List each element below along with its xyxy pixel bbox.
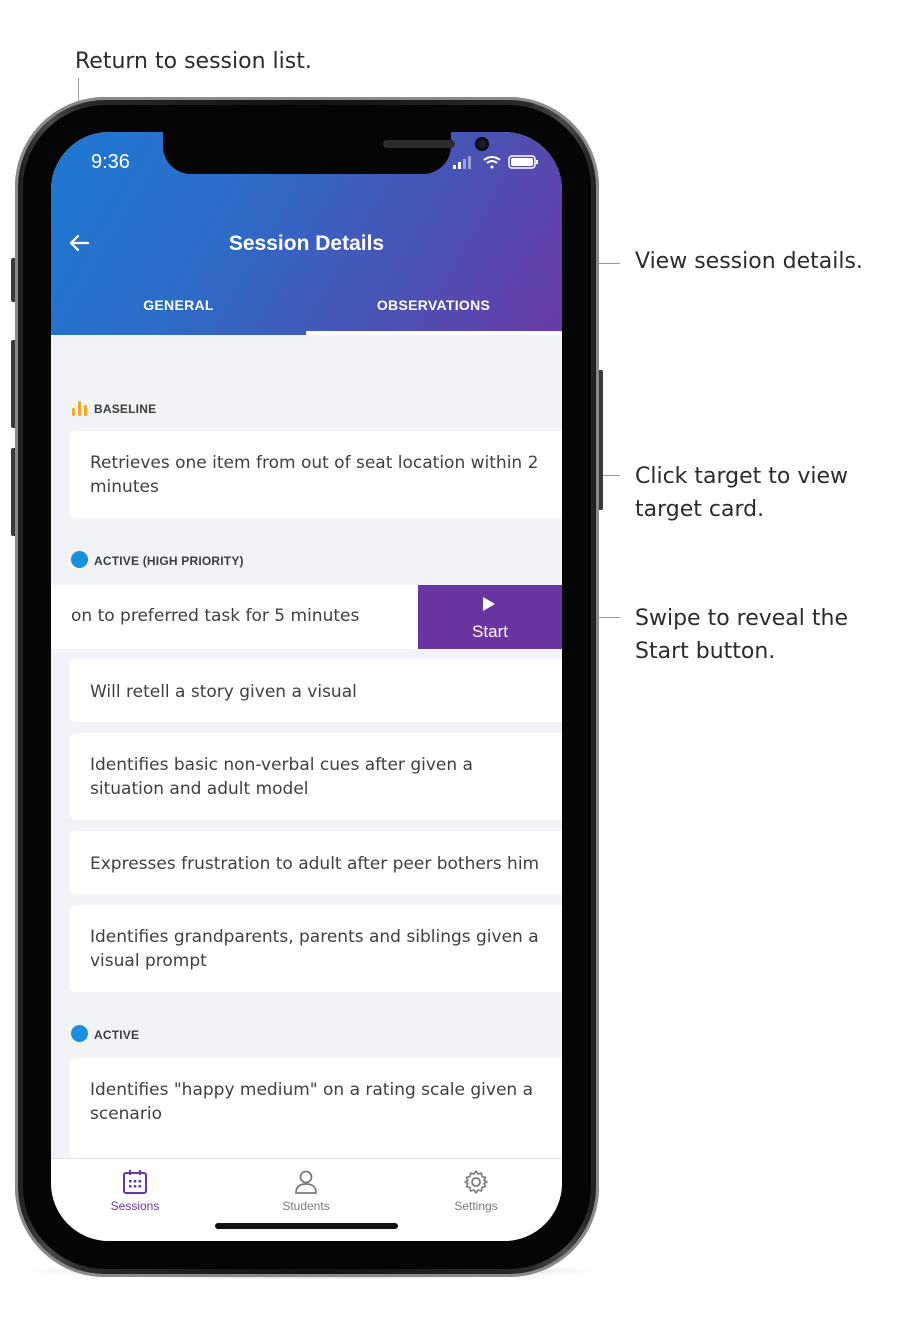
battery-icon <box>508 155 538 169</box>
swiped-target-row[interactable]: on to preferred task for 5 minutes Start <box>51 585 562 649</box>
status-dot <box>71 1025 88 1042</box>
home-indicator[interactable] <box>215 1223 398 1229</box>
annotation-back: Return to session list. <box>75 49 312 74</box>
target-card-baseline-1[interactable]: Retrieves one item from out of seat loca… <box>70 431 562 518</box>
target-card-high-1[interactable]: Will retell a story given a visual <box>70 659 562 722</box>
tab-general[interactable]: GENERAL <box>51 297 306 313</box>
nav-sessions[interactable]: Sessions <box>75 1169 195 1213</box>
section-high-priority-header: ACTIVE (HIGH PRIORITY) <box>71 551 244 568</box>
gear-icon <box>464 1170 488 1194</box>
tab-selected-indicator <box>306 331 562 335</box>
nav-students-label: Students <box>282 1199 330 1213</box>
nav-settings-label: Settings <box>454 1199 498 1213</box>
person-icon <box>295 1170 317 1194</box>
annotation-target-line1: Click target to view <box>635 464 849 489</box>
tab-observations[interactable]: OBSERVATIONS <box>306 297 561 313</box>
annotation-target: Click target to view target card. <box>635 460 848 526</box>
play-icon <box>483 597 495 611</box>
app-header: 9:36 Session Details GENERAL OBSERVATION… <box>51 132 562 335</box>
annotation-target-line2: target card. <box>635 497 765 522</box>
section-active-label: ACTIVE <box>94 1028 140 1042</box>
page-title: Session Details <box>228 232 385 255</box>
start-button-label: Start <box>472 622 508 641</box>
annotation-swipe-line2: Start button. <box>635 639 776 664</box>
target-card-active-1[interactable]: Identifies "happy medium" on a rating sc… <box>70 1058 562 1158</box>
bar-chart-icon <box>72 401 87 416</box>
swiped-target-text: on to preferred task for 5 minutes <box>71 606 360 626</box>
section-high-priority-label: ACTIVE (HIGH PRIORITY) <box>94 554 244 568</box>
section-baseline-header: BASELINE <box>71 400 156 416</box>
wifi-icon <box>483 156 501 169</box>
phone-camera <box>475 137 489 151</box>
annotation-swipe-line1: Swipe to reveal the <box>635 606 848 631</box>
nav-settings[interactable]: Settings <box>416 1169 536 1213</box>
annotation-details: View session details. <box>635 249 863 274</box>
status-dot <box>71 551 88 568</box>
annotation-swipe: Swipe to reveal the Start button. <box>635 602 848 668</box>
status-time: 9:36 <box>91 151 130 173</box>
nav-students[interactable]: Students <box>246 1169 366 1213</box>
signal-icon <box>453 156 471 169</box>
target-card-high-3[interactable]: Expresses frustration to adult after pee… <box>70 831 562 894</box>
status-icons <box>453 155 538 169</box>
section-active-header: ACTIVE <box>71 1025 139 1042</box>
calendar-icon <box>123 1170 147 1194</box>
nav-sessions-label: Sessions <box>110 1199 160 1213</box>
target-card-high-4[interactable]: Identifies grandparents, parents and sib… <box>70 905 562 992</box>
app-screen: 9:36 Session Details GENERAL OBSERVATION… <box>51 132 562 1241</box>
section-baseline-label: BASELINE <box>94 402 157 416</box>
start-button[interactable]: Start <box>418 585 562 649</box>
target-card-high-2[interactable]: Identifies basic non-verbal cues after g… <box>70 733 562 820</box>
phone-notch <box>163 132 489 174</box>
phone-speaker <box>383 140 455 148</box>
